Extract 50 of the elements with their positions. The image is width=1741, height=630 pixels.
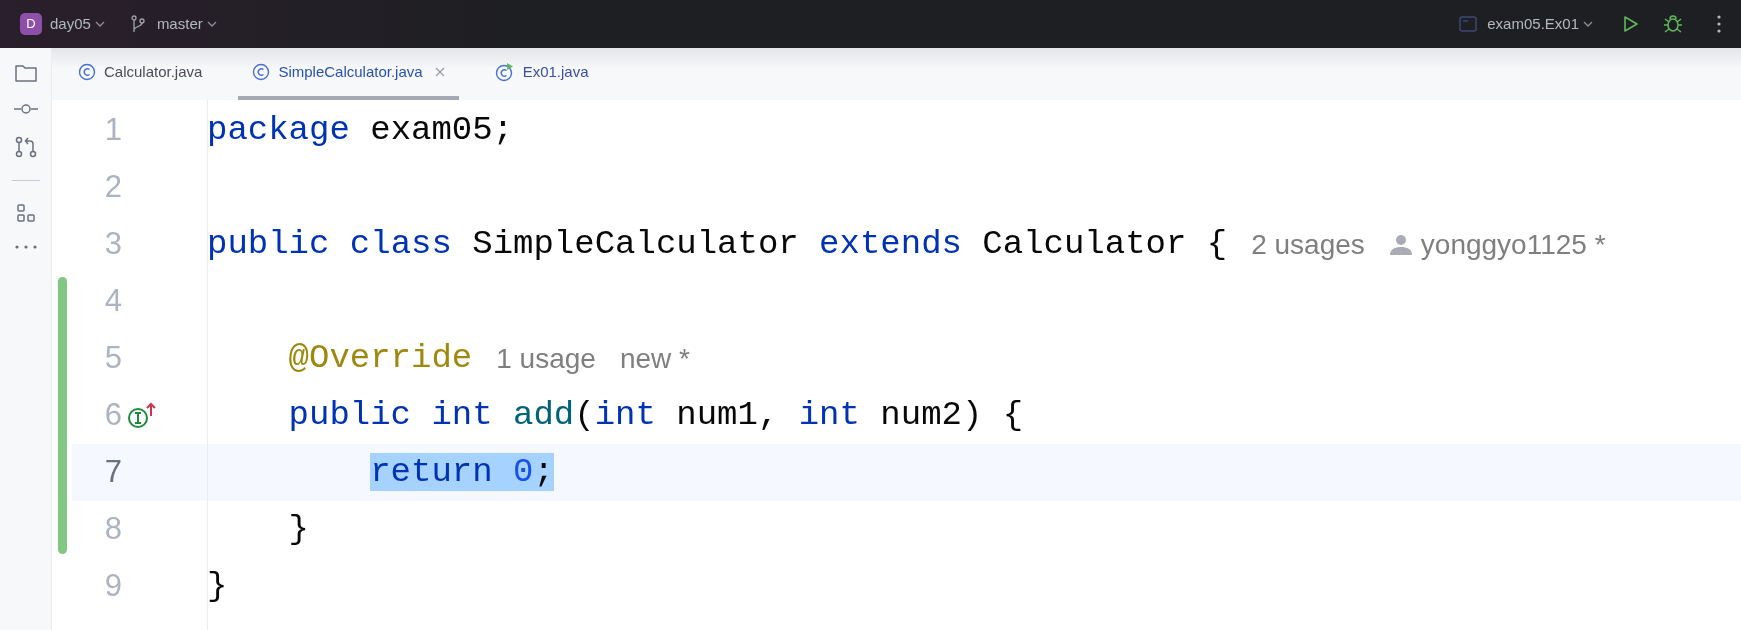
run-configuration-selector[interactable]: exam05.Ex01 — [1459, 12, 1593, 36]
run-icon[interactable] — [1623, 15, 1639, 33]
more-icon[interactable] — [14, 245, 37, 249]
code-text: package exam05; — [207, 110, 514, 151]
close-icon[interactable] — [434, 67, 445, 77]
chevron-down-icon — [1583, 21, 1593, 27]
editor-tab[interactable]: Ex01.java — [480, 48, 603, 100]
project-badge: D — [20, 13, 42, 35]
more-icon[interactable] — [1717, 15, 1721, 33]
branch-icon — [130, 15, 145, 33]
chevron-down-icon — [94, 21, 105, 27]
inlay-hint[interactable]: yonggyo1125 * — [1388, 223, 1606, 266]
tab-label: Ex01.java — [522, 61, 589, 82]
line-number: 3 — [103, 225, 122, 264]
tab-label: Calculator.java — [104, 61, 203, 82]
project-name: day05 — [50, 13, 91, 34]
code-text: } — [288, 509, 309, 550]
editor-tab[interactable]: Calculator.java — [64, 48, 217, 100]
line-number: 5 — [103, 339, 122, 378]
line-number: 9 — [103, 567, 122, 606]
class-icon — [78, 63, 96, 81]
structure-icon[interactable] — [15, 203, 36, 223]
line-number: 2 — [103, 168, 122, 207]
override-marker-icon[interactable] — [127, 400, 157, 431]
commit-icon[interactable] — [12, 104, 39, 114]
code-text: public int add(int num1, int num2) { — [288, 395, 1024, 436]
line-number: 6 — [103, 396, 122, 435]
bug-icon[interactable] — [1663, 14, 1683, 34]
code-text: public class SimpleCalculator extends Calculator { — [207, 224, 1228, 265]
line-number: 8 — [103, 510, 122, 549]
code-text: @Override — [288, 338, 473, 379]
project-selector[interactable]: D day05 — [20, 12, 105, 36]
line-number: 7 — [103, 453, 122, 492]
class-icon — [252, 63, 271, 81]
inlay-hint[interactable]: 2 usages — [1251, 223, 1365, 266]
runnable-class-icon — [494, 62, 515, 82]
folder-icon[interactable] — [14, 64, 37, 82]
pull-request-icon[interactable] — [14, 136, 37, 158]
code-text: } — [207, 566, 228, 607]
tab-label: SimpleCalculator.java — [278, 61, 423, 82]
window-icon — [1459, 16, 1478, 32]
chevron-down-icon — [206, 21, 217, 27]
line-number: 4 — [103, 282, 122, 321]
branch-name: master — [156, 13, 203, 34]
run-configuration-name: exam05.Ex01 — [1487, 13, 1579, 34]
line-number: 1 — [103, 111, 122, 150]
inlay-hint[interactable]: 1 usage — [496, 337, 596, 380]
inlay-hint[interactable]: new * — [619, 337, 690, 380]
code-text: return 0; — [370, 452, 554, 493]
branch-selector[interactable]: master — [130, 12, 217, 36]
